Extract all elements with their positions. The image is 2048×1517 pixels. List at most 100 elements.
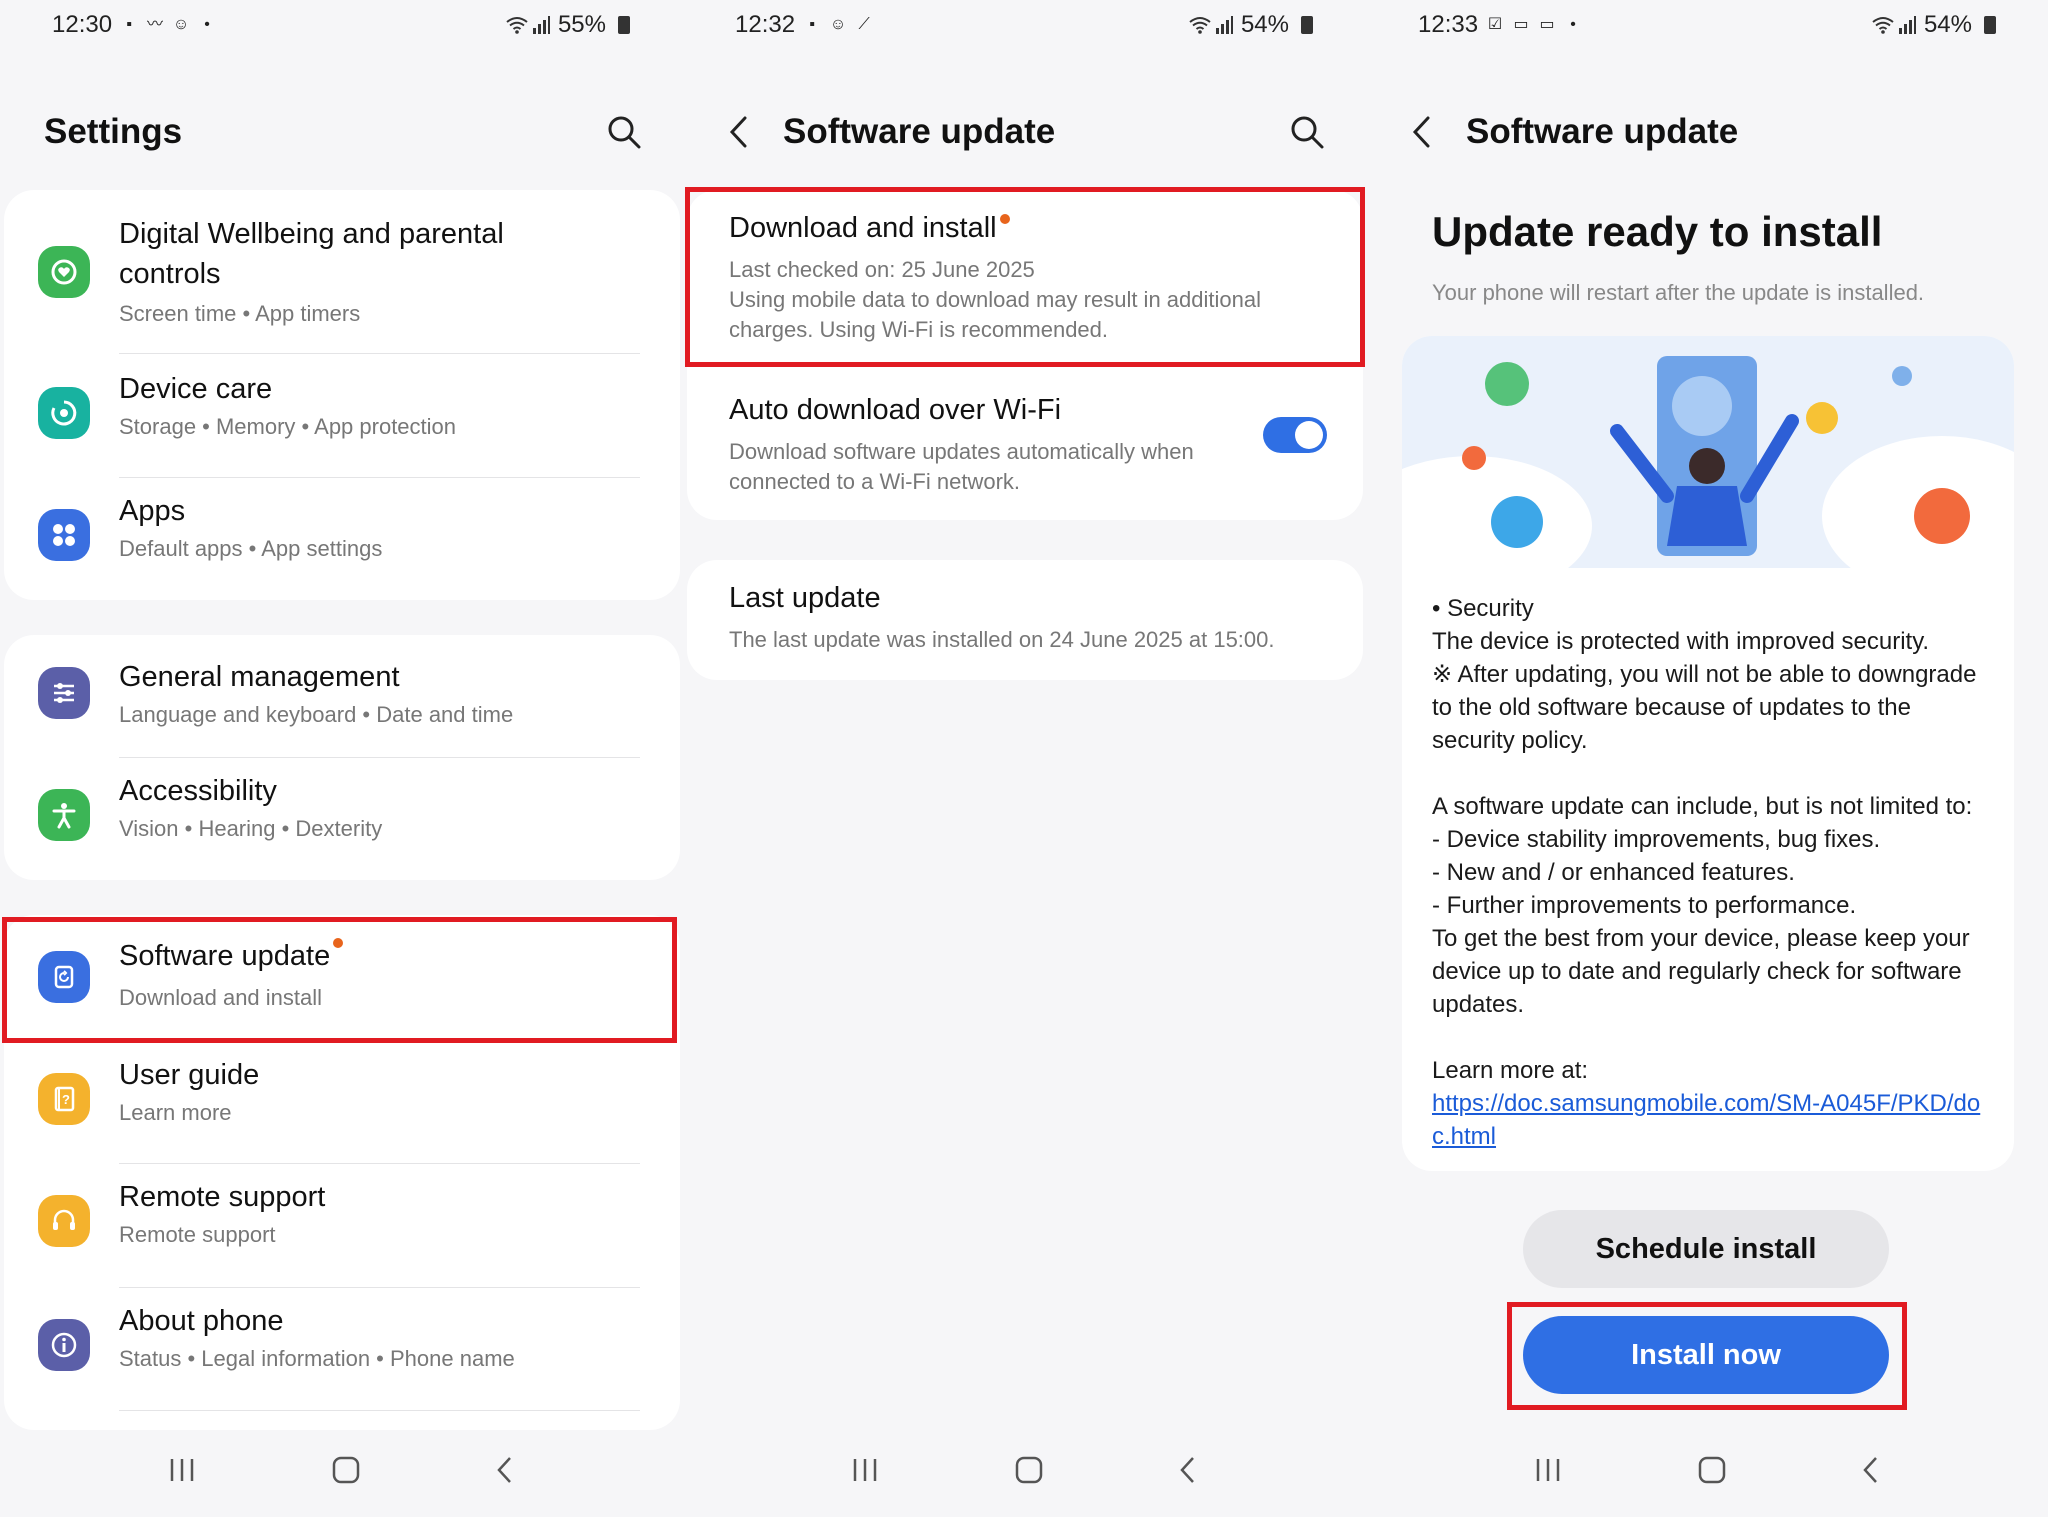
item-title: Accessibility	[119, 775, 277, 807]
item-description: Download software updates automatically …	[729, 439, 1194, 464]
includes-item: - Device stability improvements, bug fix…	[1432, 826, 1881, 853]
best-practice-text: To get the best from your device, please…	[1432, 925, 1970, 1018]
update-includes-text: A software update can include, but is no…	[1432, 793, 1973, 820]
item-title: Device care	[119, 373, 273, 405]
software-update-header: Software update	[1366, 105, 2048, 159]
back-nav-icon[interactable]	[495, 1455, 515, 1490]
back-nav-icon[interactable]	[1178, 1455, 1198, 1490]
highlight-box	[1507, 1302, 1907, 1410]
home-icon[interactable]	[1697, 1455, 1727, 1490]
battery-icon	[1301, 16, 1313, 34]
battery-percent: 54%	[1923, 11, 1972, 38]
last-update-card: Last update The last update was installe…	[687, 560, 1363, 680]
svg-text:?: ?	[62, 1092, 70, 1107]
notification-icon: ⟋	[858, 16, 870, 33]
software-update-screen: 12:32 ▪ ☺ ⟋ 54% Software update Download…	[683, 0, 1365, 1517]
settings-item-remote-support[interactable]: Remote support Remote support	[4, 1165, 680, 1287]
item-title: Apps	[119, 495, 186, 527]
divider	[119, 757, 640, 758]
auto-download-item[interactable]: Auto download over Wi-Fi Download softwa…	[687, 370, 1363, 520]
item-title: Last update	[729, 582, 881, 614]
notification-icon: ▪	[126, 16, 132, 33]
home-icon[interactable]	[331, 1455, 361, 1490]
highlight-box	[2, 917, 677, 1043]
auto-download-toggle[interactable]	[1263, 417, 1327, 453]
back-arrow-icon[interactable]	[1406, 112, 1436, 152]
notification-icon: 〰	[147, 16, 164, 33]
security-warning: ※ After updating, you will not be able t…	[1432, 661, 1977, 754]
info-icon	[38, 1319, 90, 1371]
restart-note: Your phone will restart after the update…	[1432, 280, 1925, 305]
settings-item-device-care[interactable]: Device care Storage • Memory • App prote…	[4, 355, 680, 477]
home-icon[interactable]	[1014, 1455, 1044, 1490]
item-title: User guide	[119, 1059, 260, 1091]
item-subtitle: Default apps • App settings	[119, 536, 383, 561]
recents-icon[interactable]	[850, 1457, 880, 1488]
signal-icon	[1898, 16, 1916, 34]
battery-icon	[1984, 16, 1996, 34]
battery-percent: 55%	[557, 11, 606, 38]
search-icon[interactable]	[1289, 114, 1325, 150]
settings-item-general-management[interactable]: General management Language and keyboard…	[4, 635, 680, 757]
search-icon[interactable]	[606, 114, 642, 150]
item-subtitle: Storage • Memory • App protection	[119, 414, 457, 439]
settings-item-digital-wellbeing[interactable]: Digital Wellbeing and parental controls …	[4, 190, 680, 355]
settings-card: Digital Wellbeing and parental controls …	[4, 190, 680, 600]
item-subtitle: Learn more	[119, 1100, 232, 1125]
notification-icon: ▭	[1513, 16, 1529, 33]
settings-item-apps[interactable]: Apps Default apps • App settings	[4, 479, 680, 600]
includes-item: - Further improvements to performance.	[1432, 892, 1857, 919]
recents-icon[interactable]	[167, 1457, 197, 1488]
page-title: Software update	[1466, 112, 1739, 151]
navigation-bar	[0, 1427, 682, 1517]
sliders-icon	[38, 667, 90, 719]
status-bar: 12:33 ☑ ▭ ▭ • 54%	[1418, 10, 1996, 40]
includes-item: - New and / or enhanced features.	[1432, 859, 1795, 886]
item-title: controls	[119, 258, 221, 290]
signal-icon	[532, 16, 550, 34]
divider	[119, 1163, 640, 1164]
item-subtitle: Screen time • App timers	[119, 301, 361, 326]
back-arrow-icon[interactable]	[723, 112, 753, 152]
recents-icon[interactable]	[1533, 1457, 1563, 1488]
notification-icon: ☺	[829, 16, 847, 33]
release-notes-text: • Security The device is protected with …	[1432, 592, 1992, 1153]
security-bullet: • Security	[1432, 595, 1534, 622]
headset-icon	[38, 1195, 90, 1247]
schedule-install-button[interactable]: Schedule install	[1523, 1210, 1889, 1288]
item-title: Remote support	[119, 1181, 326, 1213]
wifi-icon	[506, 16, 528, 34]
settings-item-accessibility[interactable]: Accessibility Vision • Hearing • Dexteri…	[4, 759, 680, 880]
navigation-bar	[683, 1427, 1365, 1517]
divider	[119, 477, 640, 478]
item-subtitle: Remote support	[119, 1222, 276, 1247]
software-update-header: Software update	[683, 105, 1365, 159]
security-text: The device is protected with improved se…	[1432, 628, 1930, 655]
item-title: Digital Wellbeing and parental	[119, 218, 504, 250]
heart-circle-icon	[38, 246, 90, 298]
settings-header: Settings	[0, 105, 682, 159]
divider	[119, 1410, 640, 1411]
item-description: connected to a Wi-Fi network.	[729, 469, 1021, 494]
back-nav-icon[interactable]	[1861, 1455, 1881, 1490]
notification-icon: ▪	[809, 16, 815, 33]
apps-grid-icon	[38, 509, 90, 561]
notification-icon: ▭	[1539, 16, 1555, 33]
notification-icon: ☺	[172, 16, 190, 33]
status-bar: 12:32 ▪ ☺ ⟋ 54%	[735, 10, 1313, 40]
device-care-icon	[38, 387, 90, 439]
item-title: Auto download over Wi-Fi	[729, 394, 1062, 426]
user-guide-icon: ?	[38, 1073, 90, 1125]
item-title: About phone	[119, 1305, 284, 1337]
accessibility-icon	[38, 789, 90, 841]
item-title: General management	[119, 661, 400, 693]
update-illustration	[1402, 336, 2014, 596]
divider	[119, 353, 640, 354]
learn-more-link[interactable]: https://doc.samsungmobile.com/SM-A045F/P…	[1432, 1087, 1992, 1153]
status-bar: 12:30 ▪ 〰 ☺ • 55%	[52, 10, 630, 40]
settings-item-user-guide[interactable]: ? User guide Learn more	[4, 1041, 680, 1163]
settings-item-about-phone[interactable]: About phone Status • Legal information •…	[4, 1289, 680, 1411]
item-subtitle: Vision • Hearing • Dexterity	[119, 816, 383, 841]
item-subtitle: Language and keyboard • Date and time	[119, 702, 514, 727]
status-time: 12:33	[1418, 11, 1479, 38]
